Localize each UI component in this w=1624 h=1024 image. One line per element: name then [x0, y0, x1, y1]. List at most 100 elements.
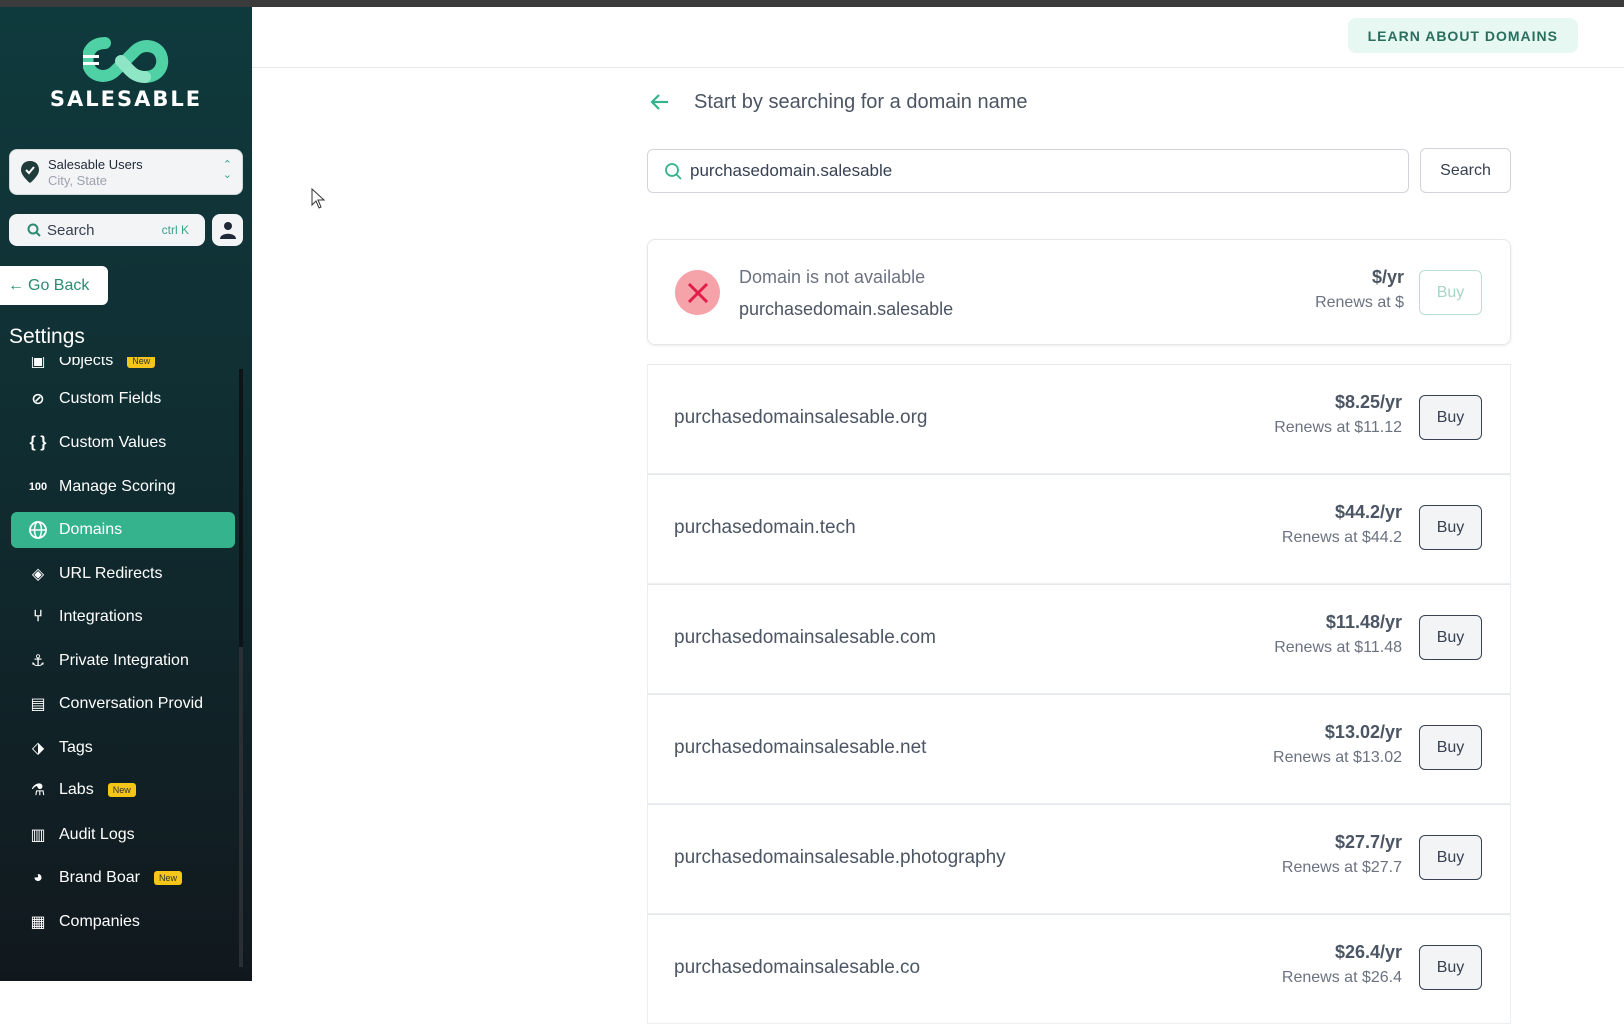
sidebar-item-objects[interactable]: ▣ Objects New: [11, 357, 235, 379]
palette-icon: ◕: [33, 869, 43, 886]
search-icon: [665, 163, 682, 180]
renewal-price: Renews at $44.2: [1281, 529, 1402, 546]
sidebar-item-label: Objects: [59, 357, 114, 369]
chevron-updown-icon: ⌃ ⌄: [222, 159, 232, 181]
sidebar-item-integrations[interactable]: ⑂ Integrations: [11, 599, 235, 635]
sidebar-item-domains[interactable]: Domains: [11, 512, 235, 548]
buy-button[interactable]: Buy: [1419, 615, 1482, 660]
error-x-icon: [675, 270, 720, 315]
window-top-strip: [0, 0, 1624, 7]
sidebar-search[interactable]: Search ctrl K: [9, 214, 205, 246]
search-icon: [27, 223, 41, 237]
price-block: $26.4/yr Renews at $26.4: [1282, 942, 1402, 987]
tag-icon: ⬗: [31, 740, 45, 757]
renewal-price: Renews at $11.12: [1274, 419, 1402, 436]
search-shortcut: ctrl K: [161, 223, 189, 237]
building-icon: ▦: [30, 914, 46, 931]
sidebar-item-manage-scoring[interactable]: 100 Manage Scoring: [11, 469, 235, 505]
sidebar-item-custom-fields[interactable]: ⊘ Custom Fields: [11, 381, 235, 417]
price-block: $11.48/yr Renews at $11.48: [1274, 612, 1402, 657]
price-block: $8.25/yr Renews at $11.12: [1274, 392, 1402, 437]
renewal-price: Renews at $13.02: [1273, 749, 1402, 766]
sidebar-item-label: Companies: [59, 913, 140, 930]
sidebar-item-label: Tags: [59, 739, 93, 756]
domain-search-field[interactable]: [647, 149, 1409, 193]
price: $/yr: [1371, 267, 1404, 287]
renewal-price: Renews at $27.7: [1281, 859, 1402, 876]
globe-icon: [27, 519, 49, 541]
buy-button[interactable]: Buy: [1419, 945, 1482, 990]
cube-icon: ▣: [30, 357, 46, 370]
infinity-logo-icon: [83, 37, 169, 83]
domain-name: purchasedomainsalesable.org: [674, 407, 928, 428]
sidebar-item-label: Conversation Provid: [59, 695, 204, 712]
go-back-label: Go Back: [28, 276, 90, 294]
go-back-button[interactable]: ← Go Back: [0, 266, 108, 305]
logo-text: SALESABLE: [49, 87, 203, 111]
price-block: $27.7/yr Renews at $27.7: [1282, 832, 1402, 877]
domain-result-row: purchasedomain.tech $44.2/yr Renews at $…: [647, 474, 1511, 584]
sidebar-scrollbar-thumb[interactable]: [239, 647, 243, 967]
account-location: City, State: [48, 172, 108, 188]
sidebar-item-companies[interactable]: ▦ Companies: [11, 904, 235, 940]
account-name: Salesable Users: [48, 156, 143, 172]
sidebar-item-label: Private Integration: [59, 652, 189, 669]
sidebar-item-label: Labs: [59, 781, 94, 798]
domain-name: purchasedomainsalesable.co: [674, 957, 921, 978]
sidebar-item-audit-logs[interactable]: ▥ Audit Logs: [11, 817, 235, 853]
domain-search-input[interactable]: [690, 161, 1390, 181]
domain-result-row: purchasedomainsalesable.org $8.25/yr Ren…: [647, 364, 1511, 474]
learn-about-domains-button[interactable]: LEARN ABOUT DOMAINS: [1347, 18, 1578, 53]
private-integration-icon: ⚓: [30, 653, 46, 670]
braces-icon: { }: [29, 434, 47, 451]
search-button[interactable]: Search: [1420, 148, 1511, 193]
domain-result-row: purchasedomainsalesable.photography $27.…: [647, 804, 1511, 914]
sidebar-item-label: Brand Boar: [59, 869, 140, 886]
renewal-price: Renews at $11.48: [1274, 639, 1402, 656]
sidebar-item-tags[interactable]: ⬗ Tags: [11, 730, 235, 766]
buy-button[interactable]: Buy: [1419, 505, 1482, 550]
sidebar-item-label: Audit Logs: [59, 826, 135, 843]
domain-name: purchasedomain.tech: [674, 517, 856, 538]
sidebar-item-label: Custom Fields: [59, 390, 162, 407]
clipboard-icon: ▤: [30, 696, 46, 713]
sidebar-item-private-integration[interactable]: ⚓ Private Integration: [11, 643, 235, 679]
buy-button[interactable]: Buy: [1419, 725, 1482, 770]
user-profile-button[interactable]: [212, 214, 243, 246]
sidebar-item-custom-values[interactable]: { } Custom Values: [11, 425, 235, 461]
price: $11.48/yr: [1325, 612, 1402, 632]
arrow-left-icon: ←: [8, 276, 24, 294]
domain-name: purchasedomainsalesable.com: [674, 627, 936, 648]
sidebar-item-conversation-providers[interactable]: ▤ Conversation Provid: [11, 686, 235, 722]
user-icon: [219, 222, 236, 239]
location-pin-icon: [21, 161, 39, 183]
price-block: $/yr Renews at $: [1315, 267, 1404, 312]
sidebar-item-url-redirects[interactable]: ◈ URL Redirects: [11, 556, 235, 592]
account-switcher[interactable]: Salesable Users City, State ⌃ ⌄: [9, 149, 243, 195]
unavailable-message: Domain is not available: [739, 267, 926, 287]
new-badge: New: [153, 871, 182, 885]
top-header: LEARN ABOUT DOMAINS: [252, 7, 1624, 68]
buy-button-disabled[interactable]: Buy: [1419, 270, 1482, 315]
price: $27.7/yr: [1334, 832, 1402, 852]
settings-menu: ▣ Objects New ⊘ Custom Fields { } Custom…: [0, 357, 252, 981]
page-title: Start by searching for a domain name: [694, 90, 1028, 113]
new-badge: New: [127, 357, 156, 368]
domain-name: purchasedomainsalesable.photography: [674, 847, 1006, 868]
audit-icon: ▥: [30, 827, 46, 844]
domain-name: purchasedomainsalesable.net: [674, 737, 927, 758]
price: $26.4/yr: [1334, 942, 1402, 962]
buy-button[interactable]: Buy: [1419, 395, 1482, 440]
mouse-cursor-icon: [311, 188, 326, 209]
sidebar-search-label: Search: [47, 221, 95, 239]
sidebar-item-label: Custom Values: [59, 434, 167, 451]
sidebar-item-label: Domains: [59, 521, 123, 538]
sidebar-item-labs[interactable]: ⚗ Labs New: [11, 772, 235, 808]
buy-button[interactable]: Buy: [1419, 835, 1482, 880]
renewal-price: Renews at $26.4: [1281, 969, 1402, 986]
price-block: $44.2/yr Renews at $44.2: [1282, 502, 1402, 547]
sidebar-item-brand-boards[interactable]: ◕ Brand Boar New: [11, 860, 235, 896]
sidebar: SALESABLE Salesable Users City, State ⌃ ⌄…: [0, 7, 252, 981]
domain-result-row: purchasedomainsalesable.net $13.02/yr Re…: [647, 694, 1511, 804]
back-arrow-icon[interactable]: [648, 90, 672, 114]
